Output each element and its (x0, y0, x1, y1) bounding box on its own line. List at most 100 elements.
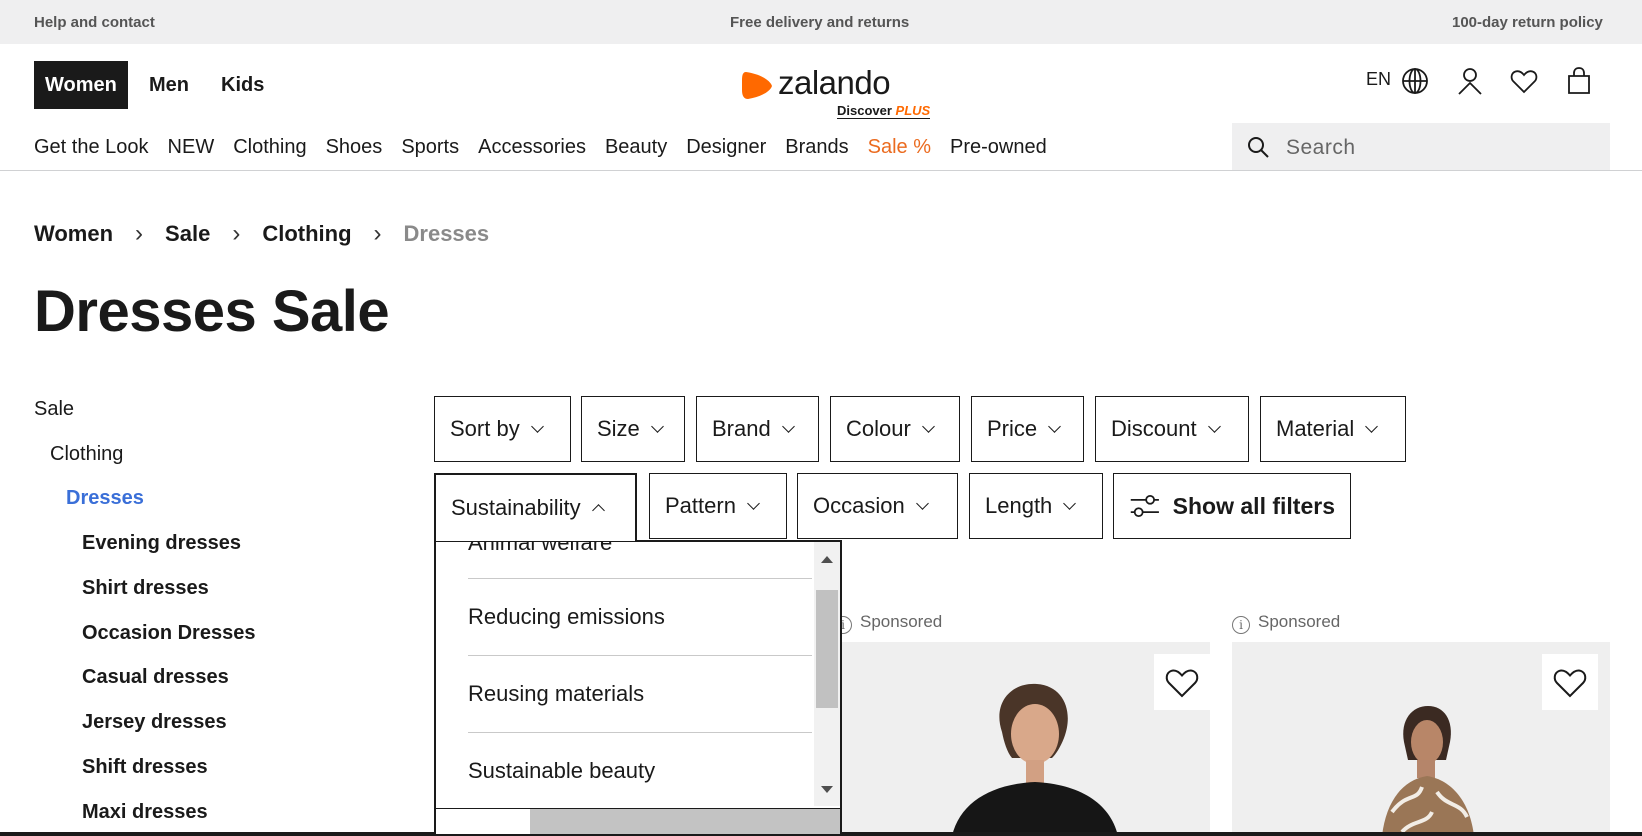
option-sustainable-beauty[interactable]: Sustainable beauty (468, 758, 814, 784)
chevron-down-icon (1048, 419, 1061, 433)
filter-label: Colour (846, 416, 911, 441)
divider (468, 655, 812, 656)
breadcrumb-women[interactable]: Women (34, 221, 113, 247)
sidebar-item-occasion-dresses[interactable]: Occasion Dresses (82, 622, 255, 645)
nav-shoes[interactable]: Shoes (326, 136, 383, 159)
chevron-right-icon: › (373, 220, 382, 248)
filter-pattern[interactable]: Pattern (649, 473, 787, 539)
option-reusing-materials[interactable]: Reusing materials (468, 681, 814, 707)
filter-occasion[interactable]: Occasion (797, 473, 958, 539)
filter-colour[interactable]: Colour (830, 396, 960, 462)
filter-label: Price (987, 416, 1038, 441)
page-title: Dresses Sale (34, 279, 390, 344)
nav-designer[interactable]: Designer (686, 136, 766, 159)
sidebar-item-dresses[interactable]: Dresses (66, 487, 144, 510)
sidebar-item-maxi-dresses[interactable]: Maxi dresses (82, 801, 208, 824)
gender-men-tab[interactable]: Men (138, 61, 200, 109)
breadcrumb-dresses: Dresses (403, 221, 490, 247)
free-delivery-text[interactable]: Free delivery and returns (730, 14, 909, 31)
language-label[interactable]: EN (1366, 69, 1391, 90)
user-icon[interactable] (1455, 66, 1485, 96)
chevron-right-icon: › (135, 220, 144, 248)
dropdown-footer (436, 808, 840, 834)
filter-sort-by[interactable]: Sort by (434, 396, 571, 462)
scrollbar-thumb[interactable] (816, 590, 838, 708)
sustainability-dropdown: Animal welfare Reducing emissions Reusin… (434, 540, 842, 836)
gender-kids-tab[interactable]: Kids (210, 61, 275, 109)
bag-icon[interactable] (1564, 66, 1594, 96)
heart-icon[interactable] (1509, 66, 1539, 96)
nav-sports[interactable]: Sports (401, 136, 459, 159)
scroll-down-arrow-icon[interactable] (821, 786, 833, 793)
sponsored-text: Sponsored (1258, 612, 1341, 631)
chevron-down-icon (1365, 419, 1379, 433)
nav-get-the-look[interactable]: Get the Look (34, 136, 149, 159)
nav-brands[interactable]: Brands (785, 136, 848, 159)
filter-brand[interactable]: Brand (696, 396, 819, 462)
nav-sale[interactable]: Sale % (868, 136, 931, 159)
chevron-down-icon (921, 419, 935, 433)
heart-icon (1165, 669, 1199, 698)
search-icon (1248, 137, 1269, 158)
filter-label: Discount (1111, 416, 1197, 441)
filter-discount[interactable]: Discount (1095, 396, 1249, 462)
zalando-logo[interactable]: zalando Discover PLUS (740, 64, 940, 119)
help-contact-link[interactable]: Help and contact (34, 14, 155, 31)
logo-wordmark: zalando (778, 64, 891, 101)
sidebar-item-sale[interactable]: Sale (34, 398, 74, 421)
nav-pre-owned[interactable]: Pre-owned (950, 136, 1047, 159)
wishlist-button[interactable] (1542, 654, 1598, 710)
product-card[interactable] (1232, 642, 1610, 836)
service-bar: Help and contact Free delivery and retur… (0, 0, 1642, 44)
plus-text: PLUS (895, 103, 931, 118)
info-icon[interactable]: i (1232, 616, 1250, 634)
option-animal-welfare[interactable]: Animal welfare (468, 542, 814, 556)
dropdown-save-button[interactable] (530, 809, 840, 834)
category-nav: Get the Look NEW Clothing Shoes Sports Access… (34, 136, 1066, 159)
sidebar-item-evening-dresses[interactable]: Evening dresses (82, 532, 241, 555)
nav-clothing[interactable]: Clothing (233, 136, 306, 159)
return-policy-text[interactable]: 100-day return policy (1452, 14, 1603, 31)
filter-sustainability[interactable]: Sustainability (434, 473, 637, 541)
chevron-down-icon (530, 419, 544, 433)
header: Women Men Kids zalando Discover PLUS EN … (0, 44, 1642, 171)
filter-label: Brand (712, 416, 771, 441)
filter-label: Sustainability (451, 495, 581, 520)
show-all-filters-label: Show all filters (1172, 492, 1335, 519)
gender-women-tab[interactable]: Women (34, 61, 128, 109)
divider (468, 732, 812, 733)
dropdown-scrollbar[interactable] (814, 542, 840, 806)
sidebar-item-jersey-dresses[interactable]: Jersey dresses (82, 711, 227, 734)
filter-size[interactable]: Size (581, 396, 685, 462)
breadcrumb-sale[interactable]: Sale (165, 221, 210, 247)
filter-price[interactable]: Price (971, 396, 1084, 462)
chevron-down-icon (1063, 496, 1077, 510)
breadcrumb-clothing[interactable]: Clothing (262, 221, 351, 247)
wishlist-button[interactable] (1154, 654, 1210, 710)
sponsored-label: i Sponsored (834, 612, 942, 634)
option-reducing-emissions[interactable]: Reducing emissions (468, 604, 814, 630)
chevron-down-icon (781, 419, 795, 433)
search-input[interactable]: Search (1232, 123, 1610, 170)
show-all-filters-button[interactable]: Show all filters (1113, 473, 1351, 539)
filter-material[interactable]: Material (1260, 396, 1406, 462)
sidebar-item-casual-dresses[interactable]: Casual dresses (82, 666, 229, 689)
filter-label: Pattern (665, 493, 736, 518)
sidebar-item-shirt-dresses[interactable]: Shirt dresses (82, 577, 209, 600)
discover-plus-label: Discover PLUS (837, 103, 931, 119)
filter-label: Size (597, 416, 640, 441)
nav-accessories[interactable]: Accessories (478, 136, 586, 159)
nav-beauty[interactable]: Beauty (605, 136, 667, 159)
sponsored-label: i Sponsored (1232, 612, 1340, 634)
discover-text: Discover (837, 103, 892, 118)
nav-new[interactable]: NEW (168, 136, 215, 159)
zalando-flame-icon (742, 72, 772, 99)
sidebar-item-shift-dresses[interactable]: Shift dresses (82, 756, 208, 779)
sidebar-item-clothing[interactable]: Clothing (50, 443, 123, 466)
scroll-up-arrow-icon[interactable] (821, 556, 833, 563)
chevron-down-icon (650, 419, 664, 433)
filter-length[interactable]: Length (969, 473, 1103, 539)
product-card[interactable] (842, 642, 1210, 836)
globe-icon[interactable] (1400, 66, 1430, 96)
heart-icon (1553, 669, 1587, 698)
